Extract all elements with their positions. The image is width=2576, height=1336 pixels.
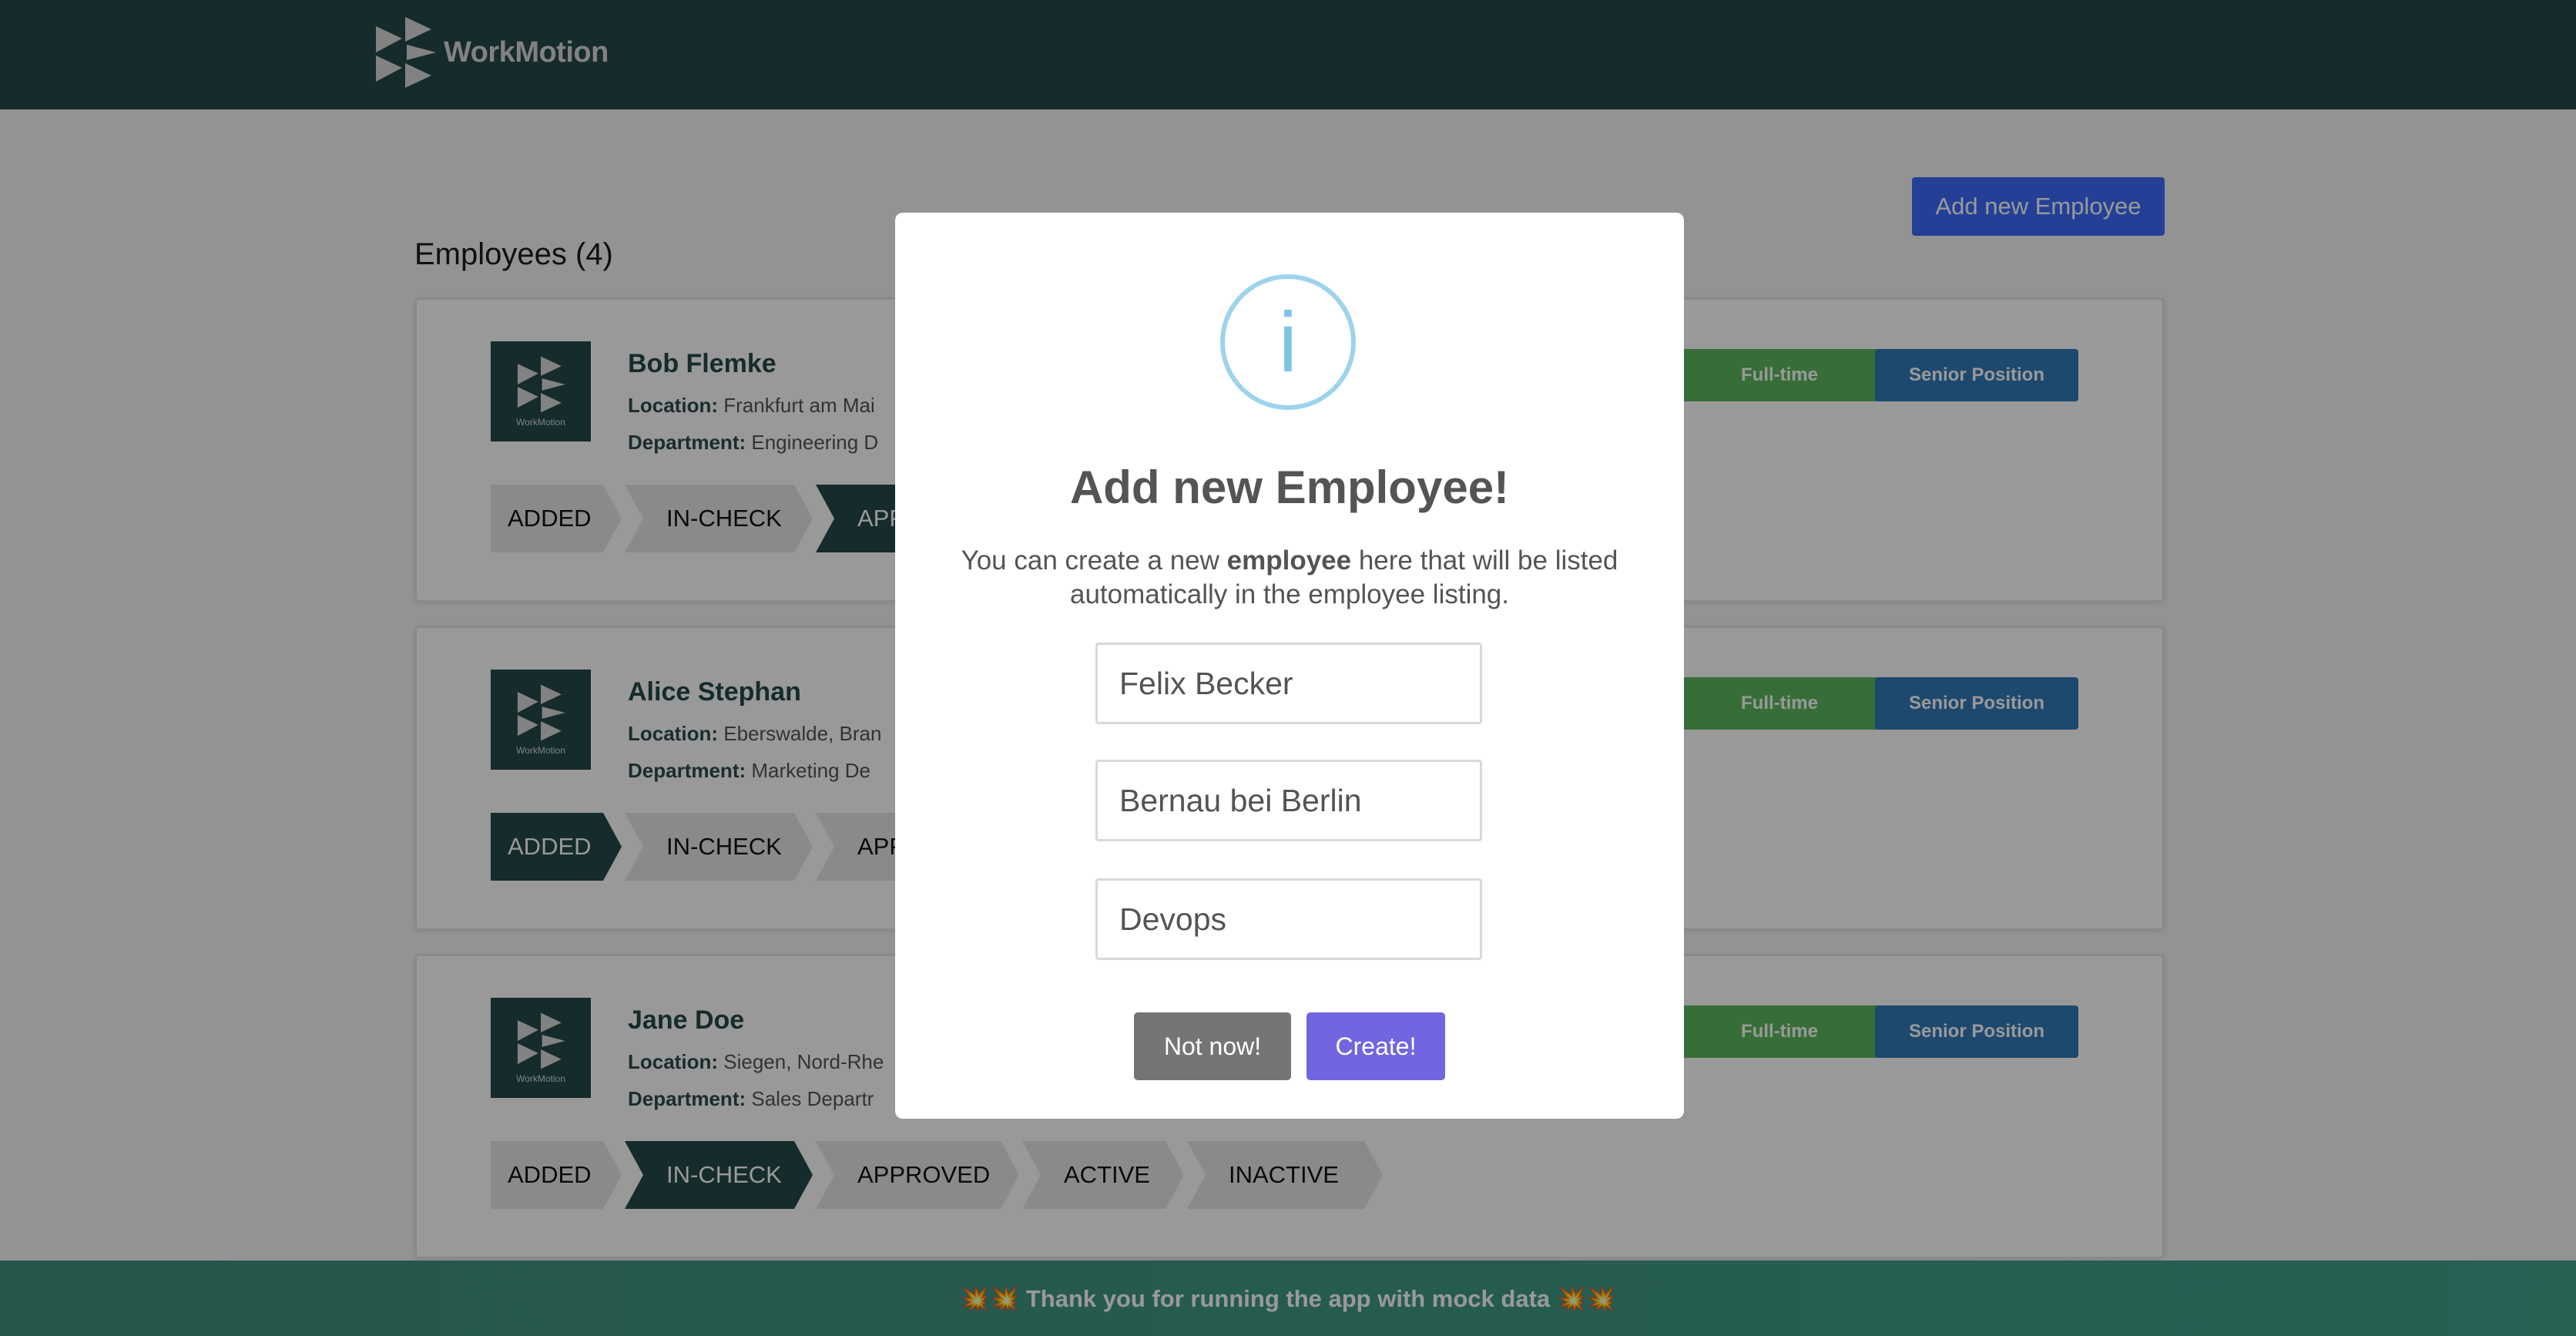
dialog-text-part: You can create a new [961, 545, 1227, 576]
dialog-description: You can create a new employee here that … [943, 544, 1636, 612]
employee-location-input[interactable] [1095, 760, 1482, 841]
not-now-button[interactable]: Not now! [1134, 1012, 1291, 1080]
create-button[interactable]: Create! [1306, 1012, 1445, 1080]
employee-name-input[interactable] [1095, 643, 1482, 724]
add-employee-dialog: i Add new Employee! You can create a new… [895, 213, 1684, 1119]
dialog-title: Add new Employee! [1069, 462, 1510, 513]
dialog-text-bold: employee [1226, 545, 1352, 576]
info-icon: i [1220, 274, 1356, 410]
employee-department-input[interactable] [1095, 878, 1482, 960]
